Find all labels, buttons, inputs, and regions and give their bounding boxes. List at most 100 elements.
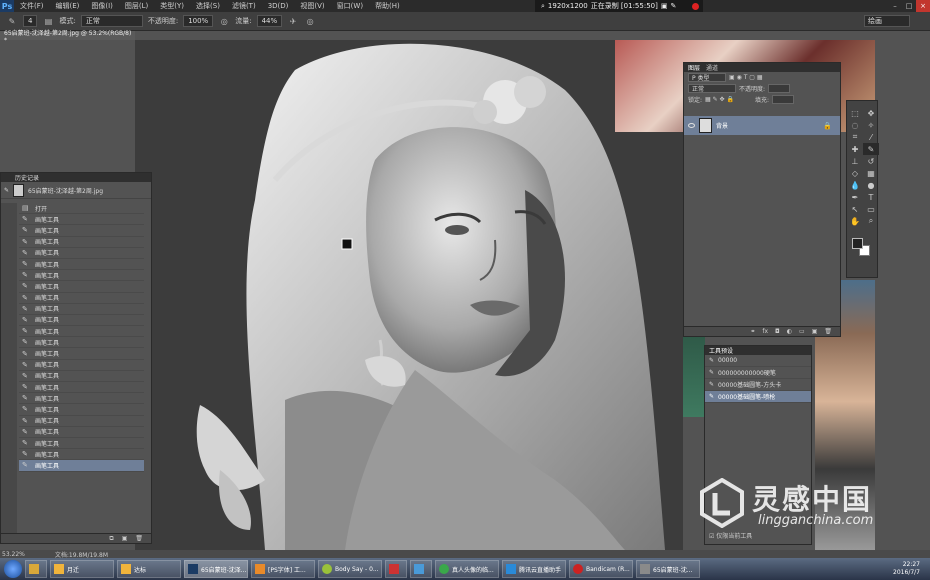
brush-panel-icon[interactable]: ▤ (42, 15, 54, 27)
menu-window[interactable]: 窗口(W) (331, 1, 369, 11)
camera-icon[interactable]: ▣ (661, 2, 668, 10)
menu-3d[interactable]: 3D(D) (262, 2, 295, 10)
history-item[interactable]: ✎ 画笔工具 (19, 348, 144, 360)
taskbar-button-music[interactable]: Body Say - 0... (318, 560, 382, 578)
menu-file[interactable]: 文件(F) (14, 1, 50, 11)
hand-tool-icon[interactable]: ✋ (847, 215, 863, 227)
preset-item[interactable]: ✎ 00000 (705, 355, 811, 367)
history-brush-icon[interactable]: ↺ (863, 155, 879, 167)
shape-tool-icon[interactable]: ▭ (863, 203, 879, 215)
new-document-from-state-icon[interactable]: ⧉ (109, 535, 113, 543)
brush-size-picker[interactable]: 4 (23, 15, 38, 27)
healing-brush-icon[interactable]: ✚ (847, 143, 863, 155)
history-item[interactable]: ✎ 画笔工具 (19, 382, 144, 394)
zoom-level[interactable]: 53.22% (2, 551, 25, 558)
blur-icon[interactable]: 💧 (847, 179, 863, 191)
eraser-icon[interactable]: ◇ (847, 167, 863, 179)
layer-fill-field[interactable] (771, 95, 794, 104)
gradient-icon[interactable]: ▦ (863, 167, 879, 179)
tab-layers[interactable]: 图层 (688, 63, 700, 72)
close-button[interactable]: × (916, 0, 930, 12)
flow-field[interactable]: 44% (256, 15, 283, 27)
history-item[interactable]: ✎ 画笔工具 (19, 281, 144, 293)
marquee-tool-icon[interactable]: ⬚ (847, 107, 863, 119)
history-item[interactable]: ✎ 画笔工具 (19, 371, 144, 382)
history-item[interactable]: ✎ 画笔工具 (19, 237, 144, 248)
history-panel-title[interactable]: 历史记录 (1, 173, 151, 182)
preset-item[interactable]: ✎ 000000000000硬笔 (705, 367, 811, 379)
menu-edit[interactable]: 编辑(E) (50, 1, 86, 11)
history-item[interactable]: ✎ 画笔工具 (19, 460, 144, 472)
menu-type[interactable]: 类型(Y) (154, 1, 190, 11)
layer-kind-filter[interactable]: P 类型 (688, 73, 726, 82)
filter-icons[interactable]: ▣ ◉ T ▢ ▦ (729, 74, 763, 81)
taskbar-button-photoshop[interactable]: 65启蒙班-沈泽... (184, 560, 248, 578)
taskbar-button-folder[interactable]: 达标 (117, 560, 181, 578)
document-canvas[interactable] (135, 40, 683, 550)
airbrush-icon[interactable]: ✈ (287, 15, 299, 27)
tab-tool-presets[interactable]: 工具预设 (709, 346, 733, 355)
history-item[interactable]: ✎ 画笔工具 (19, 393, 144, 405)
taskbar-button-folder[interactable]: 月迁 (50, 560, 114, 578)
type-tool-icon[interactable]: T (863, 191, 879, 203)
history-item[interactable]: ✎ 画笔工具 (19, 360, 144, 371)
trash-icon[interactable]: 🗑 (135, 535, 143, 542)
history-item[interactable]: ✎ 画笔工具 (19, 248, 144, 259)
menu-filter[interactable]: 滤镜(T) (226, 1, 262, 11)
clone-stamp-icon[interactable]: ⊥ (847, 155, 863, 167)
workspace-select[interactable]: 绘画 (864, 15, 910, 27)
pressure-size-icon[interactable]: ◎ (304, 15, 316, 27)
opacity-field[interactable]: 100% (183, 15, 214, 27)
adjustment-icon[interactable]: ◐ (787, 328, 792, 335)
fx-icon[interactable]: fx (762, 328, 768, 335)
menu-layer[interactable]: 图层(L) (119, 1, 154, 11)
history-item[interactable]: ✎ 画笔工具 (19, 315, 144, 327)
magic-wand-icon[interactable]: ✧ (863, 119, 879, 131)
folder-icon[interactable]: ▭ (799, 328, 805, 335)
history-item[interactable]: ✎ 画笔工具 (19, 326, 144, 338)
minimize-button[interactable]: – (888, 0, 902, 12)
move-tool-icon[interactable]: ✥ (863, 107, 879, 119)
mode-select[interactable]: 正常 (80, 15, 143, 27)
menu-image[interactable]: 图像(I) (85, 1, 119, 11)
dodge-icon[interactable]: ● (863, 179, 879, 191)
pen-tool-icon[interactable]: ✒ (847, 191, 863, 203)
maximize-button[interactable]: □ (902, 0, 916, 12)
history-item[interactable]: ✎ 画笔工具 (19, 304, 144, 315)
lock-icons[interactable]: ▦ ✎ ✥ 🔒 (705, 96, 734, 103)
record-icon[interactable] (692, 2, 699, 10)
foreground-color-swatch[interactable] (852, 238, 863, 249)
zoom-tool-icon[interactable]: ⌕ (863, 215, 879, 227)
history-item[interactable]: ✎ 画笔工具 (19, 259, 144, 271)
taskbar-button-live[interactable]: 腾讯云直播助手 (502, 560, 566, 578)
mask-icon[interactable]: ◘ (775, 328, 780, 335)
crop-tool-icon[interactable]: ⌗ (847, 131, 863, 143)
history-snapshot[interactable]: ✎ 65启蒙班-沈泽越-第2周.jpg (1, 182, 151, 199)
history-item[interactable]: ✎ 画笔工具 (19, 337, 144, 349)
menu-view[interactable]: 视图(V) (294, 1, 330, 11)
eyedropper-icon[interactable]: ⁄ (863, 131, 879, 143)
eye-icon[interactable] (688, 123, 695, 128)
history-item[interactable]: ✎ 画笔工具 (19, 293, 144, 304)
history-item-open[interactable]: ▤ 打开 (19, 203, 144, 215)
blend-mode-select[interactable]: 正常 (688, 84, 736, 93)
system-clock[interactable]: 22:27 2016/7/7 (893, 561, 920, 577)
history-item[interactable]: ✎ 画笔工具 (19, 270, 144, 282)
taskbar-button-image[interactable]: 65启蒙班-沈... (636, 560, 700, 578)
history-item[interactable]: ✎ 画笔工具 (19, 449, 144, 461)
menu-help[interactable]: 帮助(H) (369, 1, 406, 11)
menu-select[interactable]: 选择(S) (190, 1, 226, 11)
layer-row-background[interactable]: 背景 🔒 (684, 116, 840, 135)
history-item[interactable]: ✎ 画笔工具 (19, 404, 144, 416)
history-item[interactable]: ✎ 画笔工具 (19, 416, 144, 427)
lasso-tool-icon[interactable]: ◌ (847, 119, 863, 131)
history-item[interactable]: ✎ 画笔工具 (19, 225, 144, 237)
document-tab[interactable]: 65启蒙班-沈泽越-第2周.jpg @ 53.2%(RGB/8) * (0, 30, 135, 44)
taskbar-button-notes[interactable]: [PS字体] 工... (251, 560, 315, 578)
brush-tool-icon[interactable]: ✎ (6, 15, 18, 27)
preset-item-selected[interactable]: ✎ 00000基础圆笔-喷枪 (705, 391, 811, 403)
pressure-opacity-icon[interactable]: ◎ (218, 15, 230, 27)
taskbar-app-icon[interactable] (410, 560, 432, 578)
taskbar-button-bandicam[interactable]: Bandicam (R... (569, 560, 633, 578)
start-button[interactable] (4, 560, 22, 578)
